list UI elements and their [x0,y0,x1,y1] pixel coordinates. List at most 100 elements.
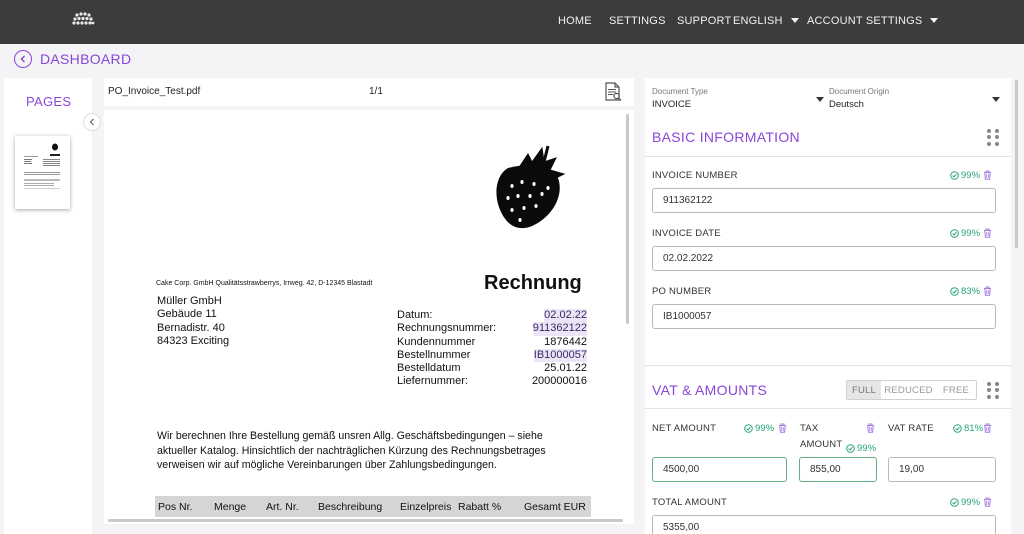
vat-rate-field[interactable]: 19,00 [888,457,996,482]
confidence-badge: 83% [950,286,980,297]
nav-settings[interactable]: SETTINGS [609,15,666,27]
drag-handle-icon[interactable] [987,129,999,146]
meta-value: 25.01.22 [544,362,587,375]
po-number-label: PO NUMBER [652,286,712,297]
meta-row: Kundennummer 1876442 [397,336,587,349]
invoice-document: Cake Corp. GmbH Qualitätsstrawberrys, Ir… [104,110,634,524]
column-header: Einzelpreis [400,501,452,513]
page-thumbnail-preview [24,143,60,189]
collapse-pages-button[interactable] [83,113,101,131]
confidence-value: 99% [755,423,775,434]
meta-row: Bestelldatum 25.01.22 [397,362,587,375]
meta-value: 1876442 [544,335,587,348]
body-line: verweisen wir auf mögliche Vereinbarunge… [157,459,497,471]
chevron-down-icon [930,17,939,23]
trash-icon[interactable] [983,497,992,507]
check-circle-icon [950,498,959,507]
confidence-value: 99% [961,228,981,239]
vat-mode-reduced[interactable]: REDUCED [881,381,936,399]
vat-amounts-title: VAT & AMOUNTS [652,382,768,398]
vat-rate-label: VAT RATE [888,423,934,434]
recipient-line: Gebäude 11 [157,308,217,321]
confidence-value: 99% [961,497,981,508]
column-header: Art. Nr. [266,501,299,513]
meta-row: Liefernummer: 200000016 [397,375,587,388]
check-circle-icon [950,229,959,238]
trash-icon[interactable] [778,423,787,433]
strawberry-logo-icon [496,145,566,229]
column-header: Pos Nr. [158,501,193,513]
dashboard-label: DASHBOARD [40,51,132,67]
confidence-value: 81% [964,423,984,434]
recipient-line: 84323 Exciting [157,334,230,347]
invoice-number-field[interactable]: 911362122 [652,188,996,213]
recipient-address: Müller GmbH Gebäude 11 Bernadistr. 40 84… [157,295,229,348]
tax-amount-label-line2: AMOUNT [800,439,843,450]
invoice-meta: Datum: 02.02.22 Rechnungsnummer: 911362122… [397,309,587,389]
column-header: Rabatt % [458,501,502,513]
vat-mode-toggle[interactable]: FULL REDUCED FREE [846,380,977,400]
viewer-vertical-scrollbar[interactable] [626,114,629,324]
trash-icon[interactable] [983,286,992,296]
account-settings-dropdown[interactable]: ACCOUNT SETTINGS [807,15,939,27]
invoice-date-field[interactable]: 02.02.2022 [652,246,996,271]
divider [645,156,1011,157]
po-number-field[interactable]: IB1000057 [652,304,996,329]
trash-icon[interactable] [983,228,992,238]
drag-handle-icon[interactable] [987,382,999,399]
basic-information-title: BASIC INFORMATION [652,129,800,145]
document-type-label: Document Type [652,87,708,96]
check-circle-icon [950,287,959,296]
divider [645,365,1011,366]
document-title: Rechnung [484,272,582,294]
meta-label: Kundennummer [397,335,476,348]
vat-rate-value: 19,00 [899,464,925,475]
nav-home[interactable]: HOME [558,15,592,27]
nav-support[interactable]: SUPPORT [677,15,731,27]
column-header: Gesamt EUR [524,501,586,513]
meta-value-highlighted[interactable]: 911362122 [532,322,587,336]
document-origin-value: Deutsch [829,99,864,110]
meta-value-highlighted[interactable]: IB1000057 [533,348,587,363]
vat-mode-free[interactable]: FREE [936,381,976,399]
document-viewer[interactable]: Cake Corp. GmbH Qualitätsstrawberrys, Ir… [104,110,634,524]
logo-icon[interactable] [71,11,95,27]
confidence-badge: 99% [744,423,774,434]
confidence-value: 99% [961,170,981,181]
vat-mode-full[interactable]: FULL [847,381,881,399]
document-origin-label: Document Origin [829,87,890,96]
body-line: aktueller Katalog. Hinsichtlich der nach… [157,444,546,457]
trash-icon[interactable] [866,423,875,433]
language-dropdown[interactable]: ENGLISH [733,15,799,27]
viewer-header: PO_Invoice_Test.pdf 1/1 [104,78,634,106]
confidence-badge: 99% [950,228,980,239]
meta-row: Bestellnummer IB1000057 [397,348,587,363]
check-circle-icon [953,424,962,433]
total-amount-label: TOTAL AMOUNT [652,497,728,508]
net-amount-field[interactable]: 4500,00 [652,457,787,482]
panel-vertical-scrollbar[interactable] [1015,80,1018,248]
tax-amount-label: TAX [800,423,819,434]
account-settings-label: ACCOUNT SETTINGS [807,15,923,27]
tax-amount-field[interactable]: 855,00 [799,457,877,482]
meta-value-highlighted[interactable]: 02.02.22 [544,309,587,323]
column-header: Beschreibung [318,501,383,513]
chevron-down-icon [816,97,824,102]
meta-label: Bestellnummer [397,348,471,361]
body-paragraph: Wir berechnen Ihre Bestellung gemäß unsr… [157,429,577,473]
meta-label: Datum: [397,309,433,321]
confidence-value: 99% [857,443,877,454]
total-amount-field[interactable]: 5355,00 [652,515,996,534]
back-to-dashboard[interactable]: DASHBOARD [14,50,131,68]
meta-label: Rechnungsnummer: [397,322,497,335]
meta-value: 200000016 [531,375,587,388]
trash-icon[interactable] [983,170,992,180]
meta-label: Liefernummer: [397,375,468,388]
trash-icon[interactable] [983,423,992,433]
po-number-value: IB1000057 [663,311,712,322]
document-search-icon[interactable] [603,82,623,102]
invoice-date-label: INVOICE DATE [652,228,721,239]
invoice-number-label: INVOICE NUMBER [652,170,738,181]
page-thumbnail[interactable] [15,136,70,209]
viewer-horizontal-scrollbar[interactable] [108,519,623,522]
